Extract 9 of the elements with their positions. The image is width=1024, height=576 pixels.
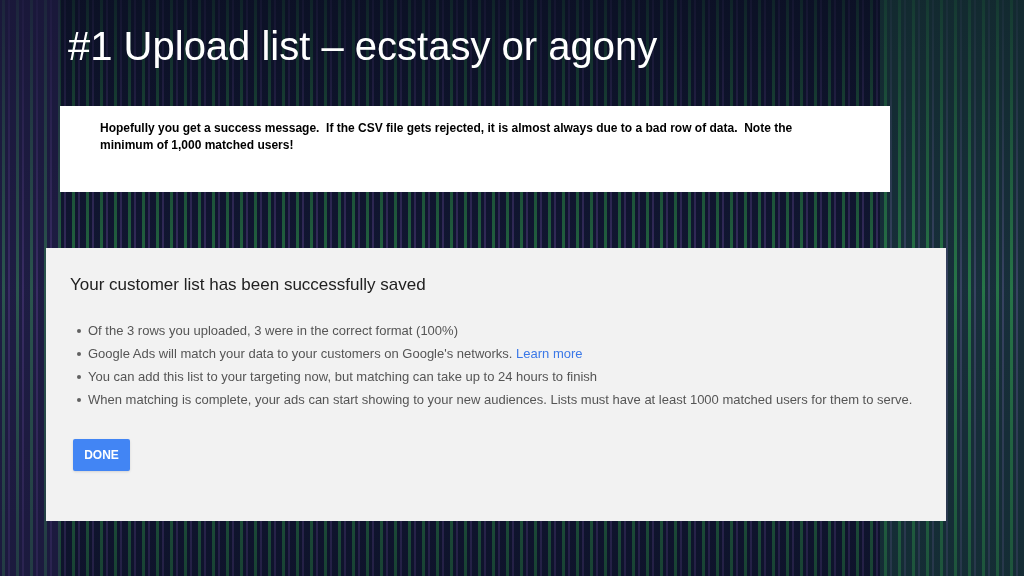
bullet-text: When matching is complete, your ads can start showing to your new audiences. Lists must have at least 1000 matched users for them to serve. [88, 391, 913, 409]
bullet-text: Google Ads will match your data to your customers on Google's networks. Learn more [88, 345, 583, 363]
learn-more-link[interactable]: Learn more [516, 346, 583, 361]
bullet-text: Of the 3 rows you uploaded, 3 were in the correct format (100%) [88, 322, 458, 340]
bullet-text: You can add this list to your targeting now, but matching can take up to 24 hours to finish [88, 368, 597, 386]
slide-title: #1 Upload list – ecstasy or agony [68, 23, 659, 70]
dialog-heading: Your customer list has been successfully saved [70, 274, 427, 296]
note-text: Hopefully you get a success message. If the CSV file gets rejected, it is almost always due to a bad row of data. Note the minimum of 1,000 matched users! [100, 120, 794, 154]
done-button[interactable]: DONE [73, 439, 130, 471]
